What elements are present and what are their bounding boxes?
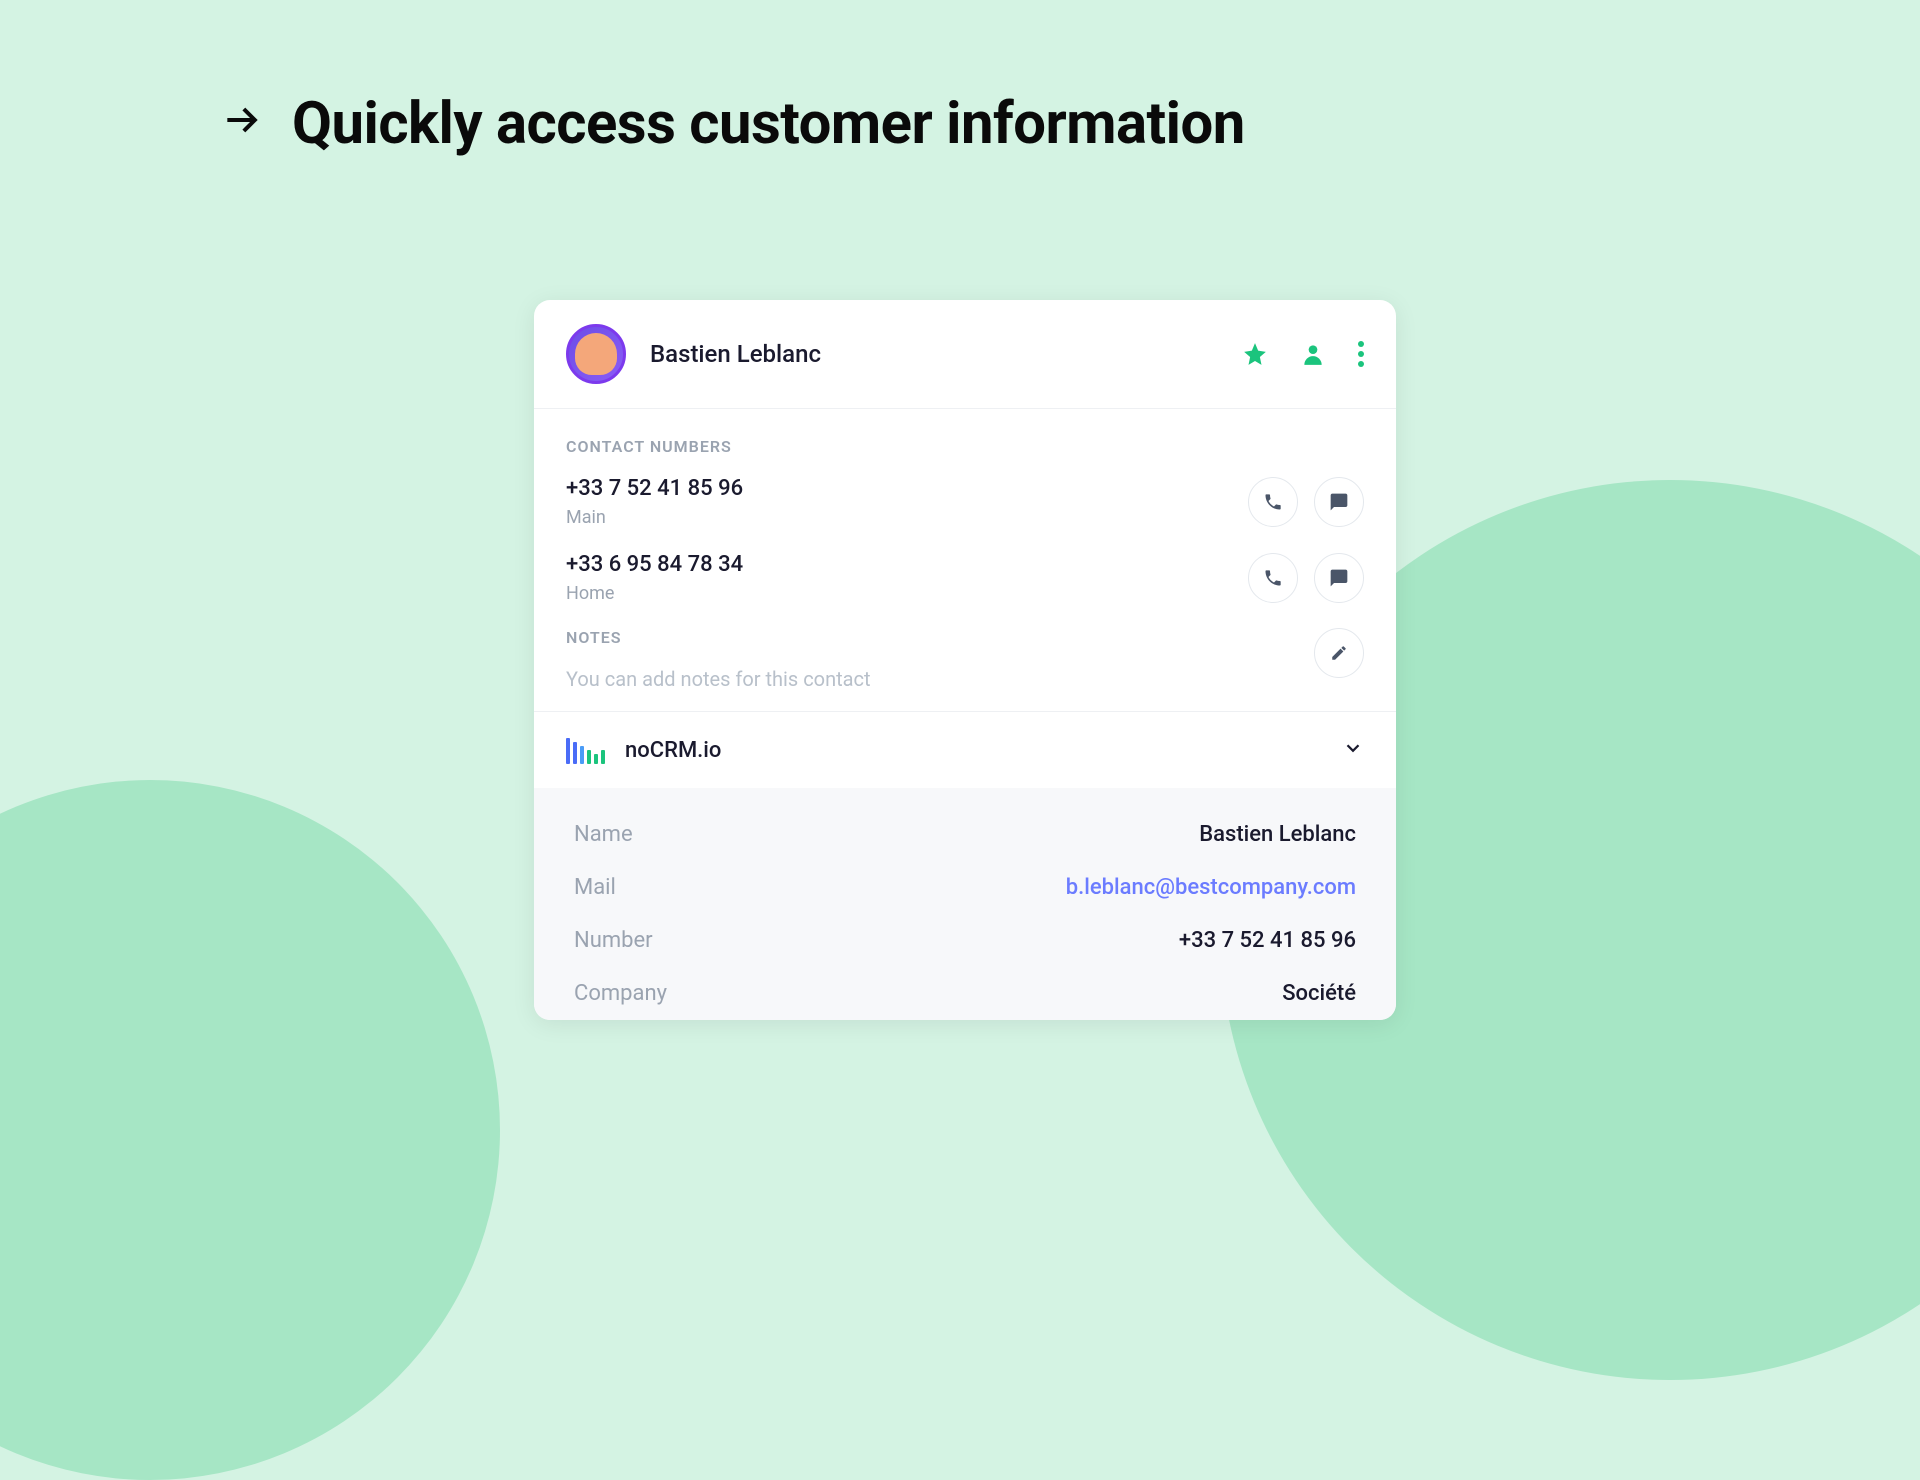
message-button-home[interactable] bbox=[1314, 553, 1364, 603]
card-header: Bastien Leblanc bbox=[534, 300, 1396, 409]
card-body: CONTACT NUMBERS +33 7 52 41 85 96 Main bbox=[534, 409, 1396, 711]
message-icon bbox=[1329, 492, 1349, 512]
person-icon[interactable] bbox=[1300, 341, 1326, 367]
phone-number-home: +33 6 95 84 78 34 bbox=[566, 552, 743, 577]
pencil-icon bbox=[1330, 644, 1348, 662]
crm-name: noCRM.io bbox=[625, 738, 721, 763]
header-actions bbox=[1242, 341, 1364, 367]
detail-value-name: Bastien Leblanc bbox=[1199, 822, 1356, 847]
call-button-home[interactable] bbox=[1248, 553, 1298, 603]
detail-label-mail: Mail bbox=[574, 875, 616, 900]
notes-placeholder[interactable]: You can add notes for this contact bbox=[566, 667, 871, 691]
crm-accordion[interactable]: noCRM.io bbox=[534, 711, 1396, 788]
detail-value-company: Société bbox=[1282, 981, 1356, 1006]
detail-label-name: Name bbox=[574, 822, 633, 847]
phone-icon bbox=[1263, 568, 1283, 588]
phone-icon bbox=[1263, 492, 1283, 512]
nocrm-logo-icon bbox=[566, 736, 605, 764]
detail-row-number: Number +33 7 52 41 85 96 bbox=[574, 914, 1356, 967]
phone-row-main: +33 7 52 41 85 96 Main bbox=[566, 476, 1364, 528]
call-button-main[interactable] bbox=[1248, 477, 1298, 527]
contact-name: Bastien Leblanc bbox=[650, 340, 1242, 368]
message-icon bbox=[1329, 568, 1349, 588]
detail-row-company: Company Société bbox=[574, 967, 1356, 1020]
phone-row-home: +33 6 95 84 78 34 Home bbox=[566, 552, 1364, 604]
detail-label-company: Company bbox=[574, 981, 667, 1006]
notes-section: NOTES You can add notes for this contact bbox=[566, 628, 1364, 691]
message-button-main[interactable] bbox=[1314, 477, 1364, 527]
arrow-right-icon bbox=[220, 94, 264, 155]
detail-row-mail: Mail b.leblanc@bestcompany.com bbox=[574, 861, 1356, 914]
notes-label: NOTES bbox=[566, 628, 871, 647]
phone-number-main: +33 7 52 41 85 96 bbox=[566, 476, 743, 501]
contact-numbers-label: CONTACT NUMBERS bbox=[566, 437, 1364, 456]
detail-row-name: Name Bastien Leblanc bbox=[574, 808, 1356, 861]
phone-label-home: Home bbox=[566, 583, 743, 604]
star-icon[interactable] bbox=[1242, 341, 1268, 367]
detail-value-mail[interactable]: b.leblanc@bestcompany.com bbox=[1066, 875, 1356, 900]
detail-value-number: +33 7 52 41 85 96 bbox=[1179, 928, 1356, 953]
contact-card: Bastien Leblanc CONTACT NUMBERS +33 7 52… bbox=[534, 300, 1396, 1020]
edit-notes-button[interactable] bbox=[1314, 628, 1364, 678]
crm-details: Name Bastien Leblanc Mail b.leblanc@best… bbox=[534, 788, 1396, 1020]
phone-label-main: Main bbox=[566, 507, 743, 528]
avatar[interactable] bbox=[566, 324, 626, 384]
chevron-down-icon bbox=[1342, 737, 1364, 763]
more-icon[interactable] bbox=[1358, 341, 1364, 367]
page-heading: Quickly access customer information bbox=[220, 90, 1245, 158]
background-blob-left bbox=[0, 780, 500, 1480]
detail-label-number: Number bbox=[574, 928, 653, 953]
heading-text: Quickly access customer information bbox=[292, 90, 1245, 158]
